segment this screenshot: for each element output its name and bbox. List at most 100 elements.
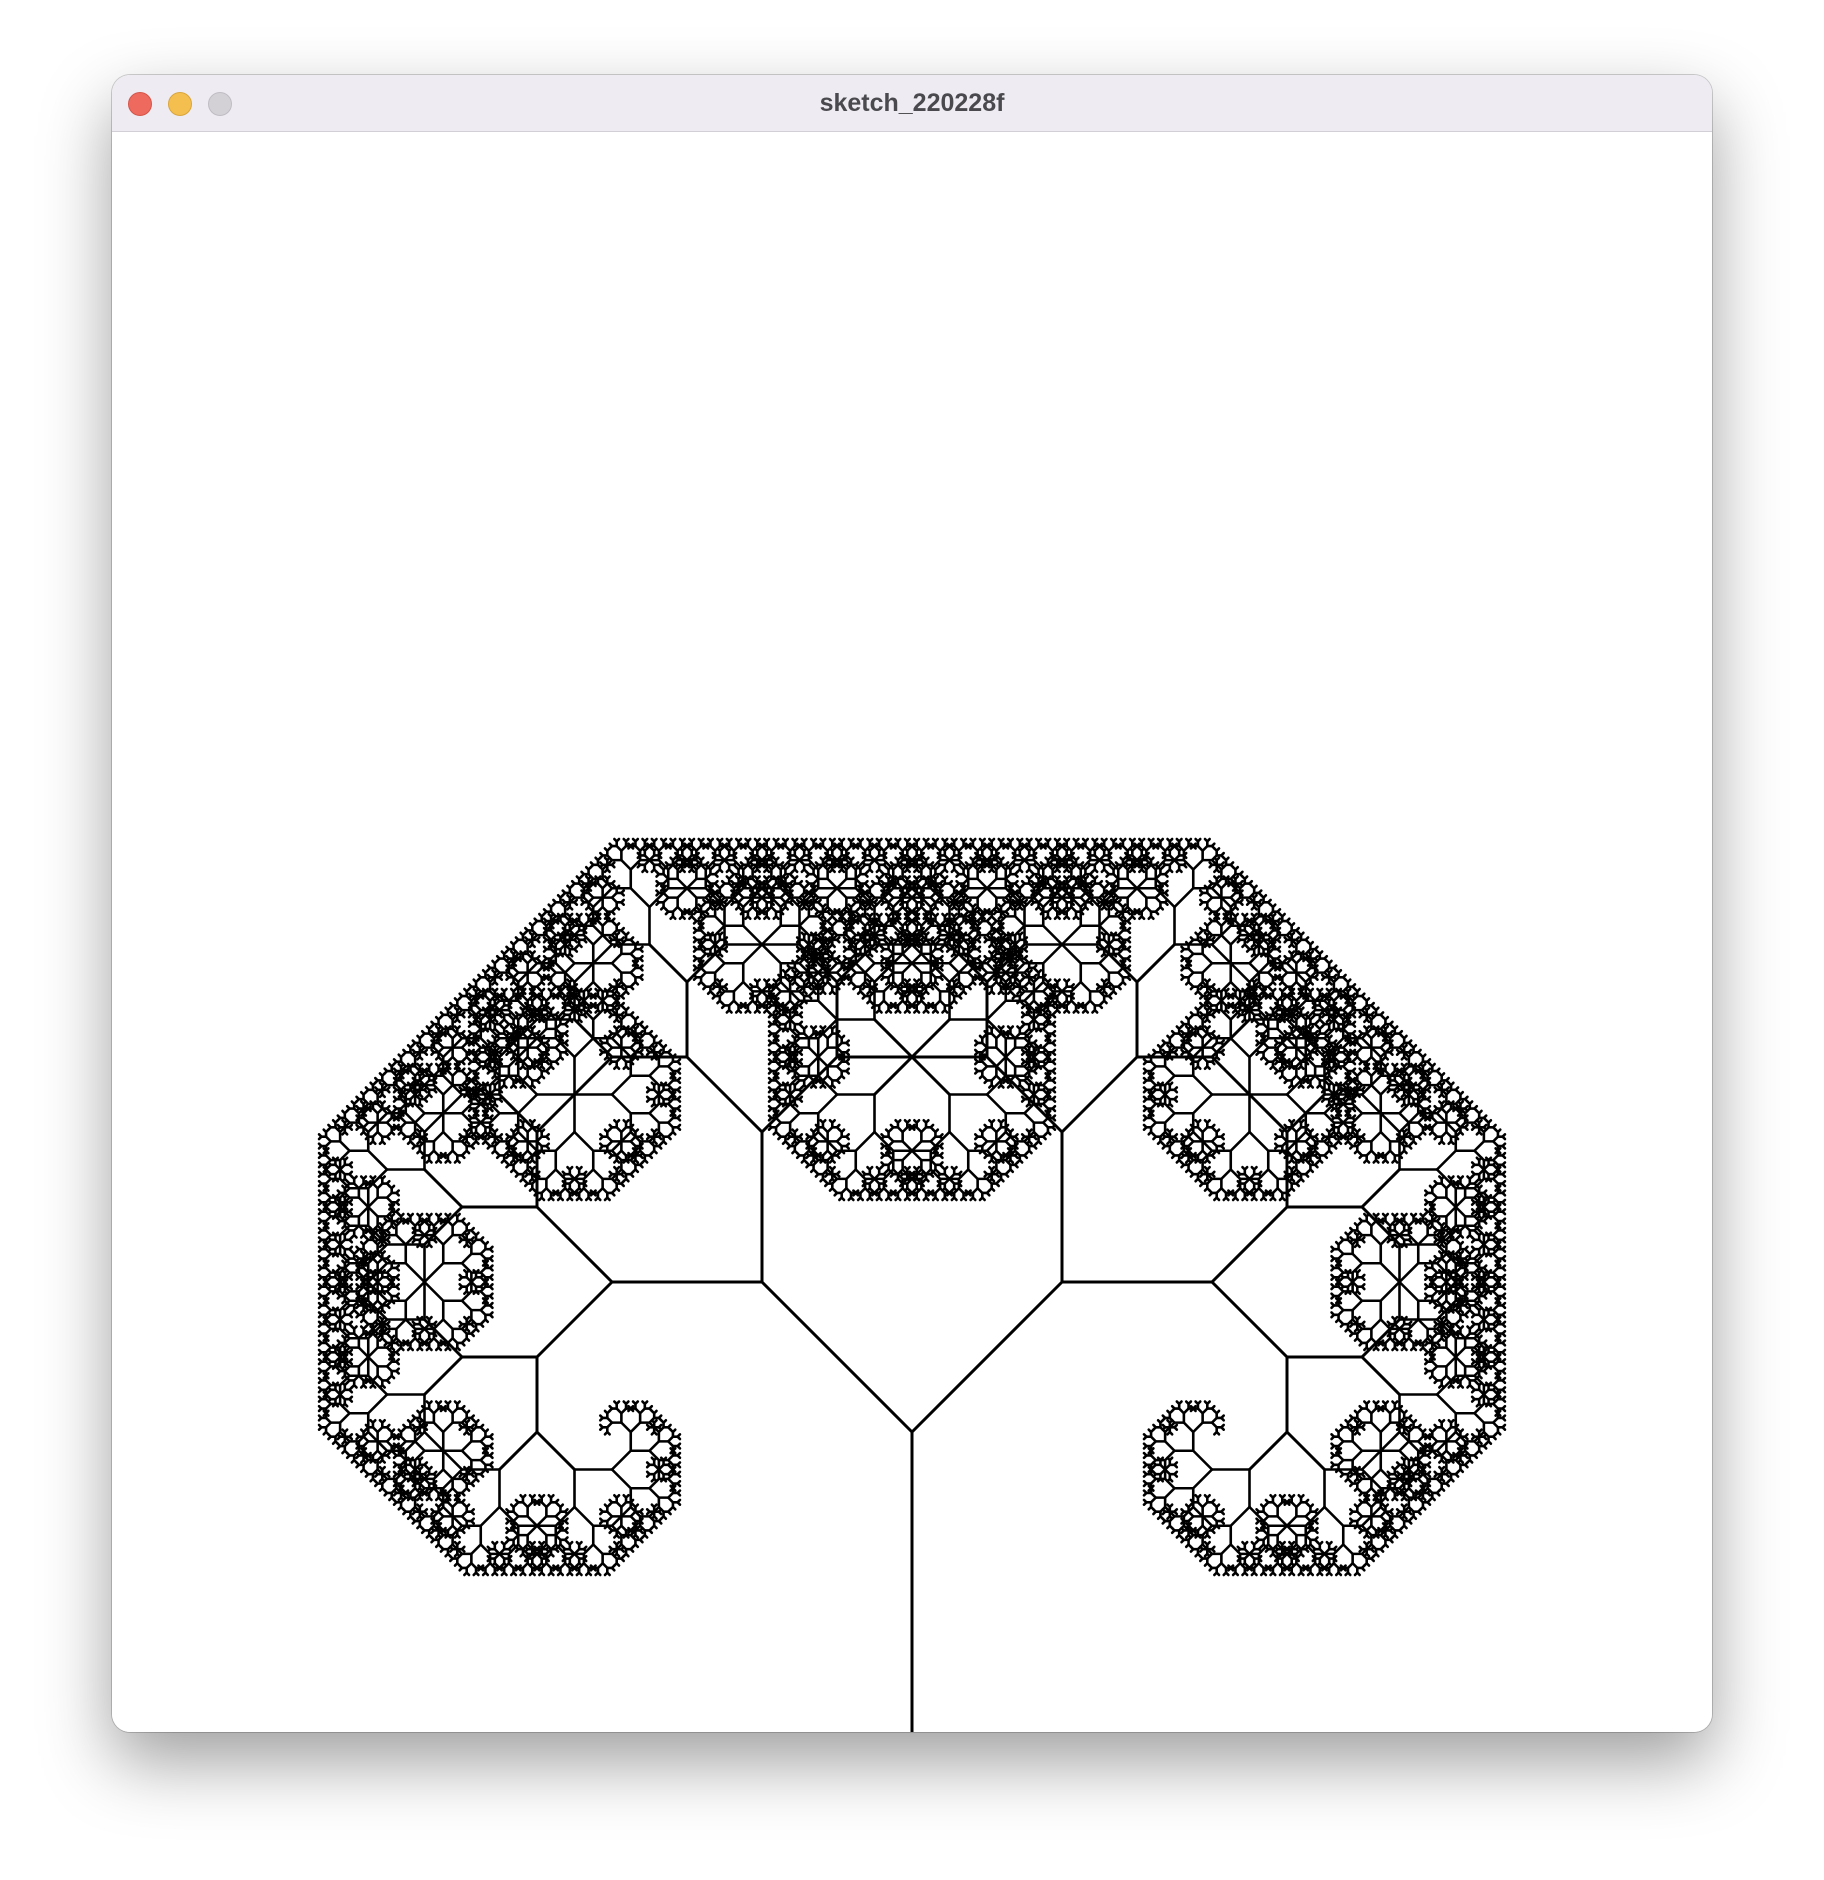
tree-branch <box>322 1411 328 1417</box>
tree-branch <box>385 1135 391 1141</box>
tree-branch <box>563 1041 569 1047</box>
tree-branch <box>645 1095 651 1101</box>
tree-branch <box>652 1043 658 1049</box>
tree-branch <box>652 1503 658 1509</box>
tree-branch <box>395 1201 401 1206</box>
tree-branch <box>613 1018 618 1024</box>
tree-branch <box>418 1062 424 1068</box>
tree-branch <box>514 1011 520 1017</box>
tree-branch <box>453 1158 459 1164</box>
tree-branch <box>481 1140 487 1146</box>
tree-branch <box>652 1409 658 1415</box>
tree-branch <box>472 1018 478 1024</box>
tree-branch <box>474 1418 480 1424</box>
tree-branch <box>467 1029 473 1035</box>
tree-branch <box>521 1493 527 1499</box>
tree-branch <box>528 1186 534 1192</box>
tree-branch <box>531 1165 536 1171</box>
tree-branch <box>577 1540 583 1546</box>
tree-branch <box>418 1128 424 1134</box>
tree-branch <box>460 1299 473 1312</box>
tree-branch <box>317 1414 323 1420</box>
tree-branch <box>355 1104 361 1110</box>
tree-branch <box>634 1147 640 1153</box>
tree-branch <box>345 1104 351 1110</box>
tree-branch <box>381 1418 386 1424</box>
tree-branch <box>591 1191 597 1197</box>
tree-branch <box>643 1400 649 1406</box>
tree-branch <box>448 1001 454 1007</box>
title-bar[interactable]: sketch_220228f <box>112 75 1712 132</box>
tree-branch <box>350 1233 356 1239</box>
tree-branch <box>498 1022 504 1028</box>
tree-branch <box>467 983 473 988</box>
tree-branch <box>317 1320 323 1326</box>
tree-branch <box>648 1529 654 1535</box>
tree-branch <box>559 1522 565 1528</box>
tree-branch <box>516 971 529 984</box>
tree-branch <box>430 1020 436 1026</box>
tree-branch <box>404 1261 426 1284</box>
tree-branch <box>573 1130 595 1153</box>
sketch-canvas[interactable] <box>112 132 1712 1732</box>
tree-branch <box>610 1468 633 1490</box>
tree-branch <box>359 1130 365 1136</box>
tree-branch <box>390 1184 396 1190</box>
tree-branches <box>317 837 1507 1732</box>
tree-branch <box>645 1423 651 1429</box>
tree-branch <box>566 1196 572 1202</box>
tree-branch <box>322 1168 328 1174</box>
tree-branch <box>331 1215 337 1221</box>
tree-branch <box>598 1508 604 1513</box>
tree-branch <box>521 1118 527 1124</box>
tree-branch <box>376 1111 389 1124</box>
tree-branch <box>554 1060 560 1066</box>
tree-branch <box>591 1168 604 1181</box>
tree-branch <box>392 1461 398 1467</box>
tree-branch <box>629 1421 642 1434</box>
tree-branch <box>472 1036 478 1042</box>
tree-branch <box>406 1102 412 1108</box>
tree-branch <box>528 1083 534 1089</box>
tree-branch <box>395 1285 401 1291</box>
tree-branch <box>432 1482 438 1488</box>
tree-branch <box>456 1400 461 1406</box>
tree-branch <box>533 1498 539 1504</box>
tree-branch <box>760 1280 914 1434</box>
tree-branch <box>545 1557 551 1563</box>
tree-branch <box>467 1058 473 1063</box>
tree-branch <box>561 1001 567 1007</box>
tree-branch <box>317 1273 323 1279</box>
tree-branch <box>317 1339 323 1345</box>
tree-branch <box>458 1423 464 1429</box>
tree-branch <box>331 1402 337 1408</box>
tree-branch <box>610 1449 633 1471</box>
tree-branch <box>563 1510 569 1516</box>
tree-branch <box>552 992 558 998</box>
tree-branch <box>509 980 515 986</box>
tree-branch <box>423 1111 445 1134</box>
tree-branch <box>577 1165 583 1171</box>
tree-branch <box>423 1280 445 1303</box>
tree-branch <box>676 1107 682 1113</box>
tree-branch <box>519 1065 525 1071</box>
tree-branch <box>491 1065 497 1071</box>
tree-branch <box>634 1400 640 1406</box>
tree-branch <box>411 1470 417 1476</box>
tree-branch <box>491 980 497 986</box>
tree-branch <box>467 1001 473 1007</box>
tree-branch <box>540 1540 546 1546</box>
tree-branch <box>378 1327 384 1333</box>
tree-branch <box>441 1449 464 1471</box>
tree-branch <box>378 1243 384 1249</box>
tree-branch <box>317 1301 323 1307</box>
tree-branch <box>505 1048 511 1054</box>
tree-branch <box>505 954 511 960</box>
tree-branch <box>561 1170 567 1176</box>
tree-branch <box>392 1086 398 1092</box>
tree-branch <box>373 1086 379 1092</box>
tree-branch <box>479 1322 485 1328</box>
tree-branch <box>348 1360 354 1366</box>
tree-branch <box>427 1062 433 1068</box>
tree-branch <box>598 1039 604 1045</box>
